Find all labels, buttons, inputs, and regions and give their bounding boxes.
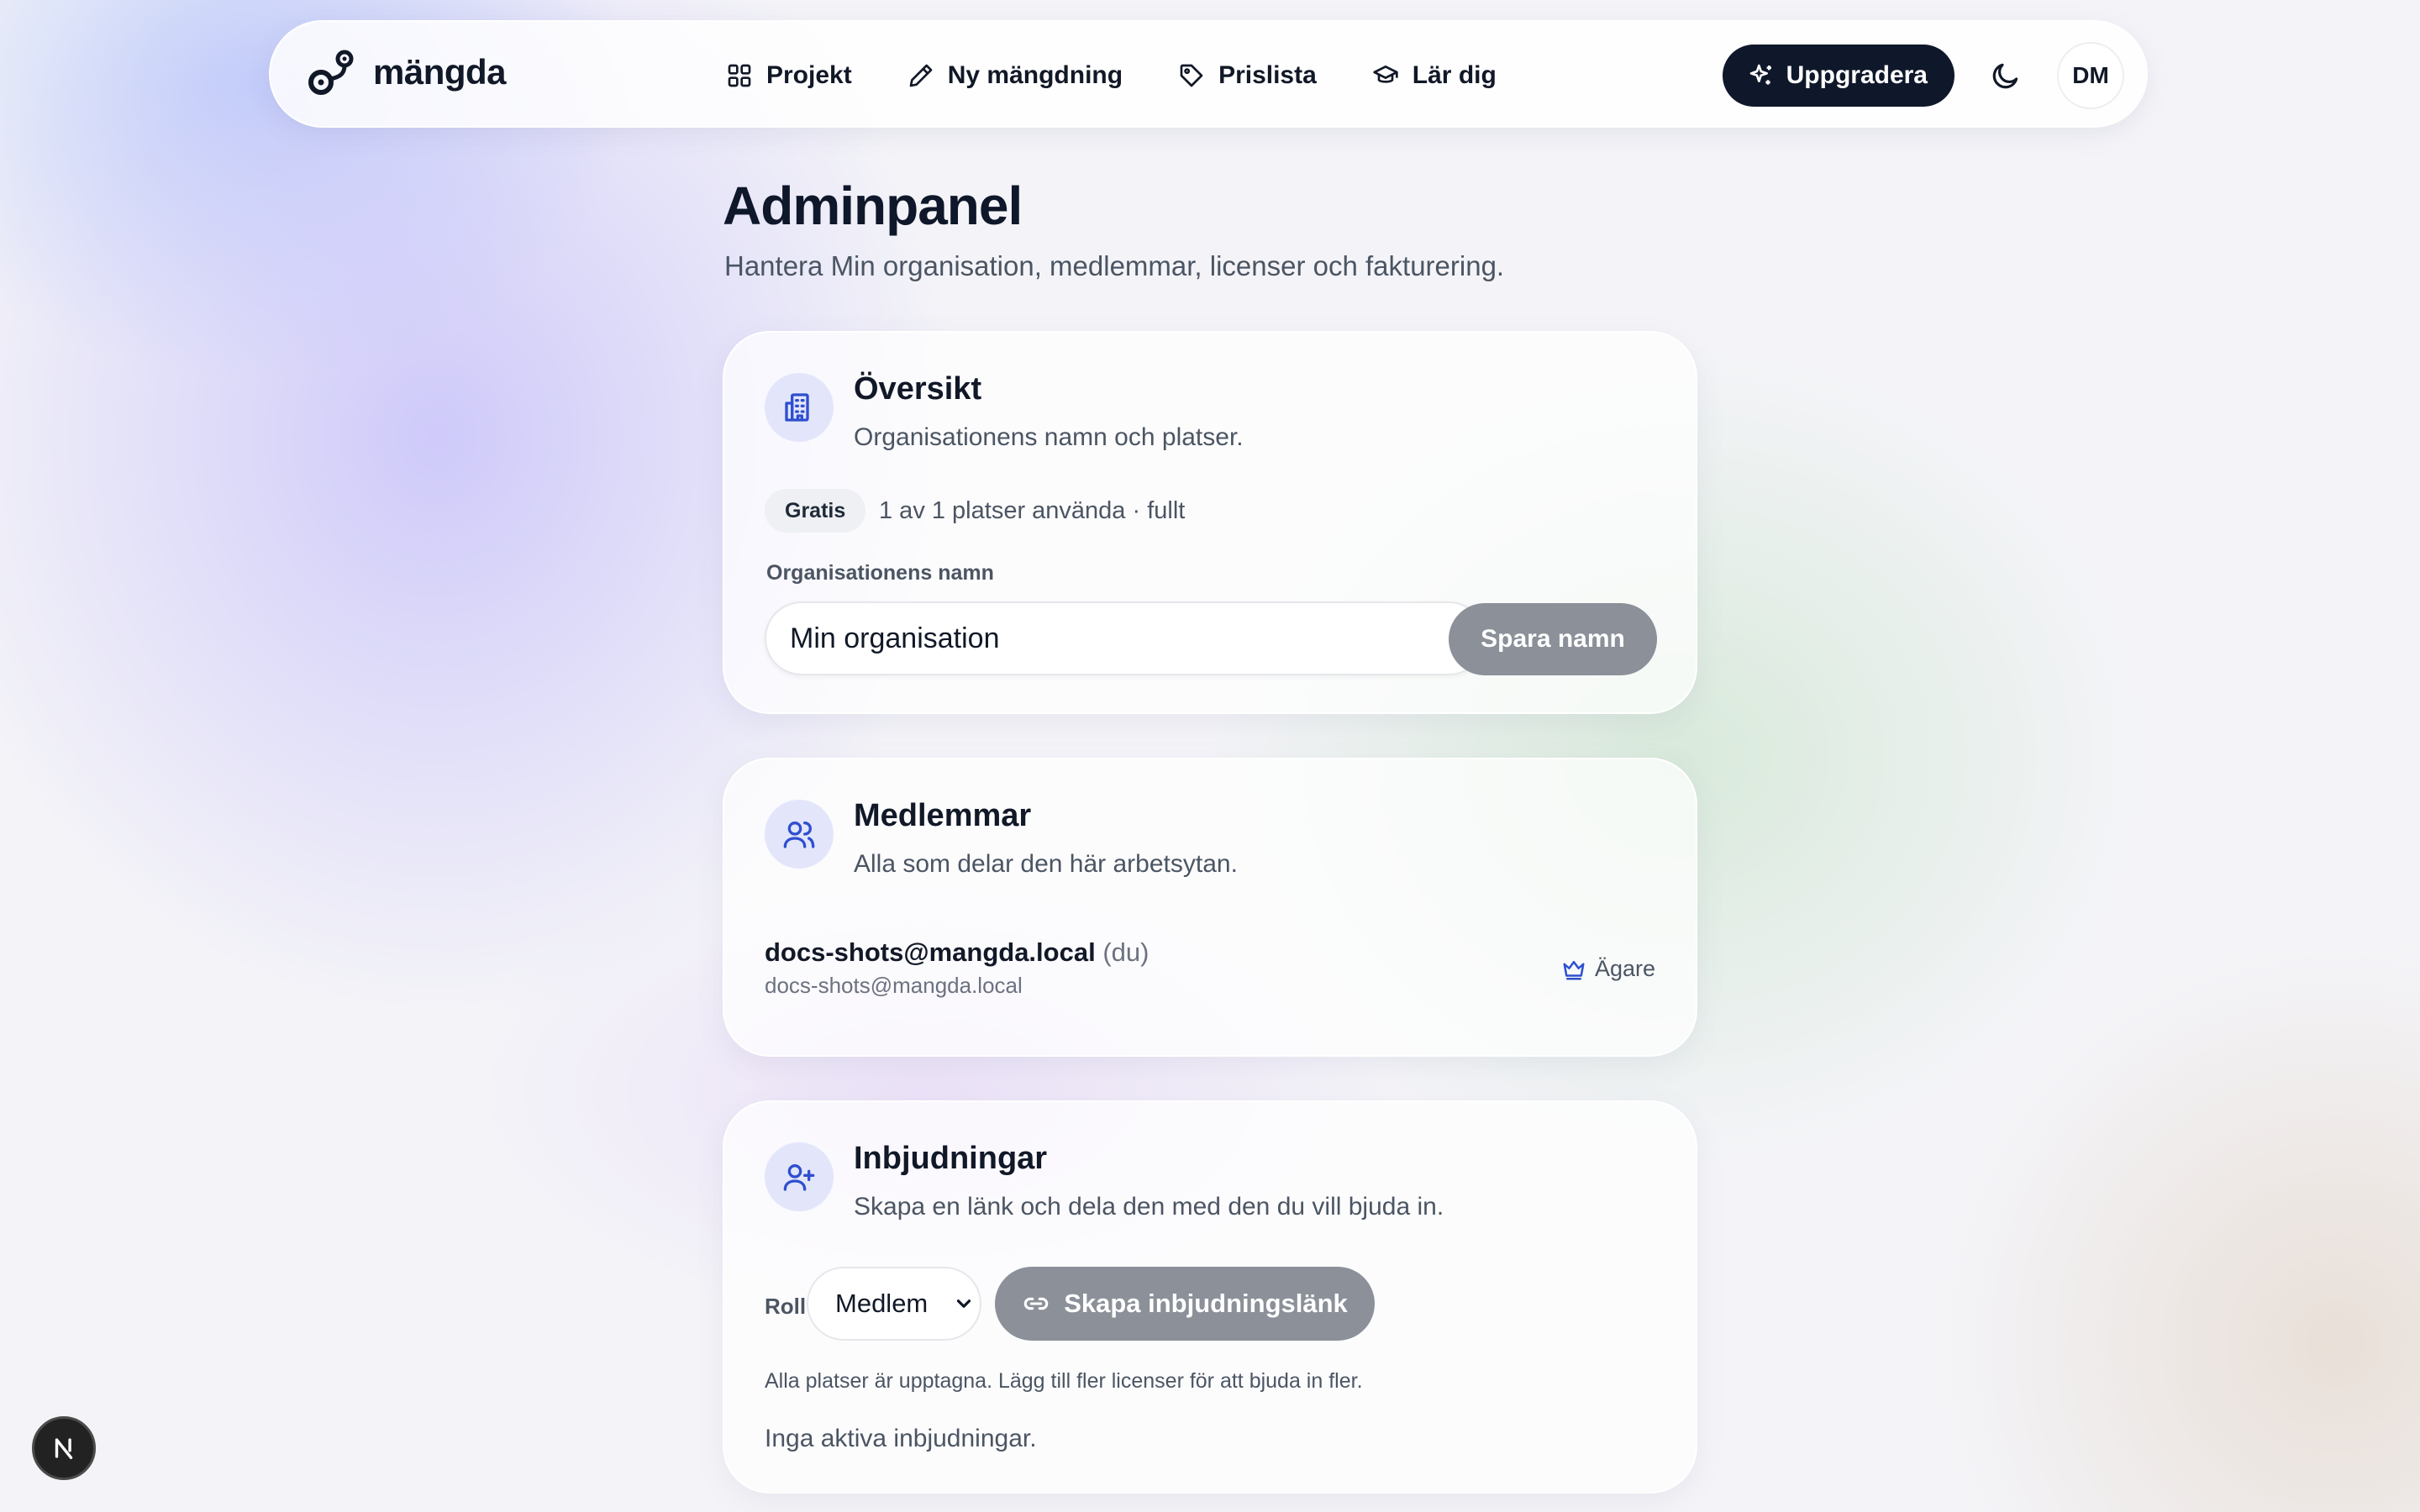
brand-name: mängda — [373, 52, 507, 92]
nav-item-ny-mangdning[interactable]: Ny mängdning — [908, 54, 1123, 97]
member-role: Ägare — [1561, 956, 1655, 982]
org-name-input[interactable] — [765, 601, 1486, 675]
users-icon — [765, 800, 834, 869]
nav-item-lar-dig[interactable]: Lär dig — [1372, 54, 1497, 97]
nextjs-logo-icon — [50, 1434, 78, 1462]
top-navbar: mängda Projekt Ny mängdning Prislista Lä… — [269, 20, 2148, 128]
overview-description: Organisationens namn och platser. — [854, 423, 1244, 451]
page-subtitle: Hantera Min organisation, medlemmar, lic… — [724, 250, 1505, 281]
no-invites-text: Inga aktiva inbjudningar. — [765, 1425, 1037, 1452]
role-select[interactable]: Medlem — [807, 1267, 981, 1341]
member-email: docs-shots@mangda.local (du) — [765, 937, 1149, 968]
user-plus-icon — [765, 1142, 834, 1211]
role-label: Roll — [765, 1294, 807, 1319]
brand[interactable]: mängda — [308, 47, 507, 97]
create-invite-link-button[interactable]: Skapa inbjudningslänk — [995, 1267, 1375, 1341]
invites-description: Skapa en länk och dela den med den du vi… — [854, 1193, 1444, 1221]
chevron-down-icon — [953, 1293, 975, 1315]
overview-card: Översikt Organisationens namn och platse… — [723, 331, 1697, 714]
building-icon — [765, 373, 834, 442]
member-email-text: docs-shots@mangda.local — [765, 937, 1096, 967]
member-role-label: Ägare — [1594, 956, 1655, 981]
upgrade-button[interactable]: Uppgradera — [1722, 45, 1954, 107]
nav-item-prislista[interactable]: Prislista — [1178, 54, 1317, 97]
role-select-value: Medlem — [835, 1289, 929, 1318]
invites-title: Inbjudningar — [854, 1141, 1048, 1176]
seats-usage: 1 av 1 platser använda · fullt — [879, 497, 1186, 524]
members-title: Medlemmar — [854, 798, 1032, 833]
nav-item-label: Projekt — [766, 61, 852, 89]
sparkles-icon — [1748, 62, 1775, 89]
nextjs-dev-button[interactable] — [32, 1416, 96, 1480]
nav-item-label: Lär dig — [1412, 61, 1497, 89]
moon-icon — [1990, 60, 2022, 92]
page-title: Adminpanel — [723, 176, 1023, 236]
upgrade-label: Uppgradera — [1786, 61, 1928, 89]
nav-actions: Uppgradera DM — [1722, 42, 2124, 109]
members-card: Medlemmar Alla som delar den här arbetsy… — [723, 758, 1697, 1057]
members-description: Alla som delar den här arbetsytan. — [854, 850, 1238, 878]
link-icon — [1022, 1289, 1050, 1318]
member-sub-email: docs-shots@mangda.local — [765, 973, 1023, 998]
graduation-cap-icon — [1372, 62, 1399, 89]
org-name-label: Organisationens namn — [766, 561, 994, 585]
overview-title: Översikt — [854, 371, 982, 407]
nav-item-label: Ny mängdning — [947, 61, 1123, 89]
grid-icon — [726, 62, 753, 89]
nav-item-label: Prislista — [1218, 61, 1317, 89]
logo-icon — [308, 47, 355, 97]
save-name-button[interactable]: Spara namn — [1449, 603, 1657, 675]
invites-card: Inbjudningar Skapa en länk och dela den … — [723, 1100, 1697, 1494]
theme-toggle-button[interactable] — [1975, 45, 2037, 107]
main-nav: Projekt Ny mängdning Prislista Lär dig — [726, 54, 1497, 97]
pencil-icon — [908, 62, 934, 89]
tag-icon — [1178, 62, 1205, 89]
member-you-label: (du) — [1102, 937, 1150, 967]
plan-badge: Gratis — [765, 489, 866, 533]
create-invite-link-label: Skapa inbjudningslänk — [1064, 1289, 1348, 1318]
nav-item-projekt[interactable]: Projekt — [726, 54, 852, 97]
seats-full-notice: Alla platser är upptagna. Lägg till fler… — [765, 1369, 1363, 1393]
user-avatar[interactable]: DM — [2057, 42, 2124, 109]
crown-icon — [1561, 957, 1586, 982]
